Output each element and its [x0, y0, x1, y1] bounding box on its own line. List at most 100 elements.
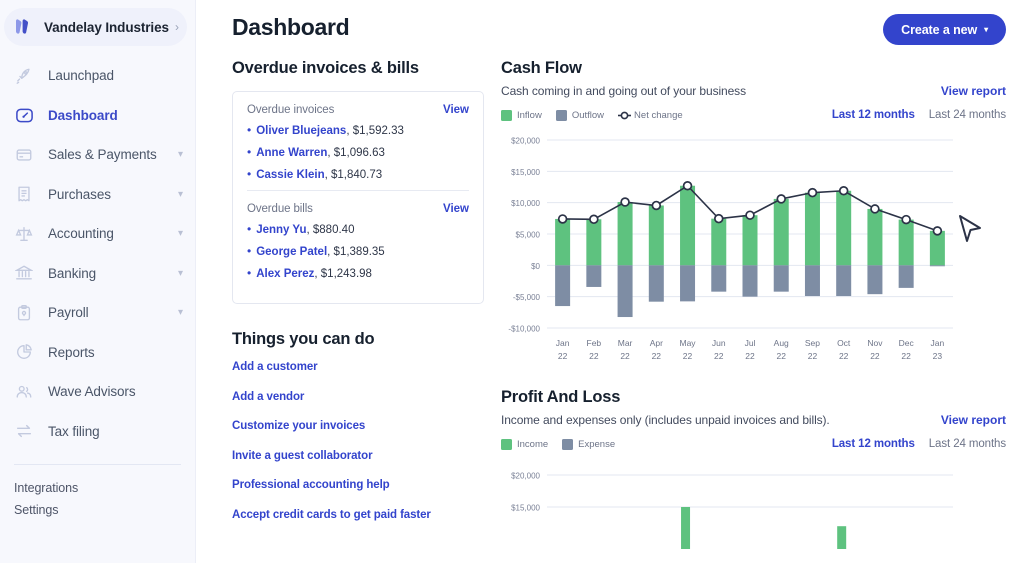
svg-text:Mar: Mar: [618, 338, 633, 348]
overdue-card: Overdue invoices View •Oliver Bluejeans,…: [232, 91, 484, 304]
sidebar-item-label: Purchases: [48, 187, 111, 202]
cash-flow-subtitle: Cash coming in and going out of your bus…: [501, 84, 746, 98]
chevron-down-icon[interactable]: ▾: [178, 228, 183, 239]
sidebar-item-dashboard[interactable]: Dashboard: [0, 96, 195, 136]
legend-expense-label: Expense: [578, 439, 615, 450]
bank-icon: [14, 263, 34, 283]
cash-flow-title: Cash Flow: [501, 59, 1006, 78]
legend-inflow-label: Inflow: [517, 110, 542, 121]
list-item: •George Patel, $1,389.35: [247, 245, 469, 258]
svg-text:22: 22: [589, 351, 599, 361]
pnl-chart[interactable]: $20,000$15,000: [501, 459, 1006, 549]
list-item: • Alex Perez, $1,243.98: [247, 267, 469, 280]
sidebar-item-label: Accounting: [48, 226, 114, 241]
net-change-marker-icon: [618, 110, 629, 121]
chevron-down-icon[interactable]: ▾: [178, 149, 183, 160]
pnl-range-tabs: Last 12 months Last 24 months: [832, 438, 1006, 450]
svg-text:$10,000: $10,000: [511, 199, 540, 208]
contact-name-link[interactable]: Anne Warren: [256, 147, 327, 159]
contact-name-link[interactable]: Cassie Klein: [256, 169, 324, 181]
sidebar-item-accounting[interactable]: Accounting ▾: [0, 214, 195, 254]
thing-link[interactable]: Accept credit cards to get paid faster: [232, 510, 484, 522]
contact-name-link[interactable]: Oliver Bluejeans: [256, 125, 346, 137]
chevron-down-icon[interactable]: ▾: [178, 268, 183, 279]
svg-text:Jul: Jul: [745, 338, 756, 348]
view-overdue-bills-link[interactable]: View: [443, 203, 469, 215]
sidebar-item-label: Payroll: [48, 305, 89, 320]
bullet-icon: •: [247, 223, 251, 235]
things-you-can-do-section: Things you can do Add a customerAdd a ve…: [232, 330, 484, 521]
svg-text:22: 22: [839, 351, 849, 361]
sidebar-footer-links: IntegrationsSettings: [0, 477, 195, 521]
sidebar-item-purchases[interactable]: Purchases ▾: [0, 175, 195, 215]
sidebar-item-payroll[interactable]: Payroll ▾: [0, 293, 195, 333]
sidebar-item-sales-payments[interactable]: Sales & Payments▾: [0, 135, 195, 175]
sidebar-item-wave-advisors[interactable]: Wave Advisors: [0, 372, 195, 412]
sidebar-item-reports[interactable]: Reports: [0, 333, 195, 373]
svg-text:Feb: Feb: [587, 338, 602, 348]
bullet-icon: •: [247, 267, 251, 279]
cash-flow-panel: Cash Flow Cash coming in and going out o…: [501, 59, 1006, 370]
sidebar-item-launchpad[interactable]: Launchpad: [0, 56, 195, 96]
pnl-view-report-link[interactable]: View report: [941, 413, 1006, 427]
cash-flow-range-tabs: Last 12 months Last 24 months: [832, 109, 1006, 121]
create-a-new-button[interactable]: Create a new ▾: [883, 14, 1006, 45]
view-overdue-invoices-link[interactable]: View: [443, 104, 469, 116]
cash-flow-chart[interactable]: $20,000$15,000$10,000$5,000$0-$5,000-$10…: [501, 130, 1006, 370]
sidebar-footer-settings[interactable]: Settings: [0, 499, 195, 521]
list-item: •Jenny Yu, $880.40: [247, 223, 469, 236]
thing-link[interactable]: Add a customer: [232, 362, 484, 374]
cash-flow-range-12-months[interactable]: Last 12 months: [832, 109, 915, 121]
cash-flow-subrow: Cash coming in and going out of your bus…: [501, 84, 1006, 98]
overdue-bills-label: Overdue bills: [247, 203, 313, 215]
thing-link[interactable]: Add a vendor: [232, 392, 484, 404]
things-link-list: Add a customer Add a vendor Customize your…: [232, 362, 484, 521]
thing-link[interactable]: Invite a guest collaborator: [232, 451, 484, 463]
company-switcher[interactable]: Vandelay Industries ›: [4, 8, 187, 46]
amount-value: , $1,840.73: [325, 169, 383, 181]
people-icon: [14, 382, 34, 402]
legend-income-label: Income: [517, 439, 548, 450]
cash-flow-legend-row: Inflow Outflow Net change: [501, 109, 1006, 121]
sidebar-item-banking[interactable]: Banking ▾: [0, 254, 195, 294]
sidebar-footer-integrations[interactable]: Integrations: [0, 477, 195, 499]
cash-flow-view-report-link[interactable]: View report: [941, 84, 1006, 98]
chevron-down-icon[interactable]: ▾: [178, 189, 183, 200]
dashboard-app: Vandelay Industries › LaunchpadDashboard…: [0, 0, 1024, 563]
svg-text:23: 23: [933, 351, 943, 361]
sidebar-divider: [14, 464, 181, 465]
overdue-bills-list: •Jenny Yu, $880.40•George Patel, $1,389.…: [247, 223, 469, 280]
svg-text:22: 22: [558, 351, 568, 361]
cash-flow-range-24-months[interactable]: Last 24 months: [929, 109, 1006, 121]
svg-text:$15,000: $15,000: [511, 168, 540, 177]
overdue-bills-header: Overdue bills View: [247, 203, 469, 215]
amount-value: , $1,243.98: [314, 268, 372, 280]
rocket-icon: [14, 66, 34, 86]
exchange-icon: [14, 421, 34, 441]
pnl-legend: Income Expense: [501, 439, 615, 450]
legend-inflow: Inflow: [501, 110, 542, 121]
contact-name-link[interactable]: Jenny Yu: [256, 224, 306, 236]
card-icon: [14, 145, 34, 165]
svg-text:22: 22: [808, 351, 818, 361]
thing-link[interactable]: Professional accounting help: [232, 480, 484, 492]
pnl-range-24-months[interactable]: Last 24 months: [929, 438, 1006, 450]
sidebar-item-tax-filing[interactable]: Tax filing: [0, 412, 195, 452]
pnl-subrow: Income and expenses only (includes unpai…: [501, 413, 1006, 427]
legend-net-change: Net change: [618, 110, 683, 121]
content-columns: Overdue invoices & bills Overdue invoice…: [232, 59, 1024, 549]
sidebar-item-label: Reports: [48, 345, 95, 360]
contact-name-link[interactable]: George Patel: [256, 246, 327, 258]
thing-link[interactable]: Customize your invoices: [232, 421, 484, 433]
svg-text:$5,000: $5,000: [516, 231, 541, 240]
page-title: Dashboard: [232, 14, 349, 41]
svg-text:-$10,000: -$10,000: [508, 325, 540, 334]
svg-text:22: 22: [901, 351, 911, 361]
chevron-down-icon[interactable]: ▾: [178, 307, 183, 318]
gauge-icon: [14, 105, 34, 125]
amount-value: , $1,389.35: [327, 246, 385, 258]
contact-name-link[interactable]: Alex Perez: [256, 268, 314, 280]
expense-swatch-icon: [562, 439, 573, 450]
pnl-range-12-months[interactable]: Last 12 months: [832, 438, 915, 450]
sidebar-item-label: Banking: [48, 266, 96, 281]
